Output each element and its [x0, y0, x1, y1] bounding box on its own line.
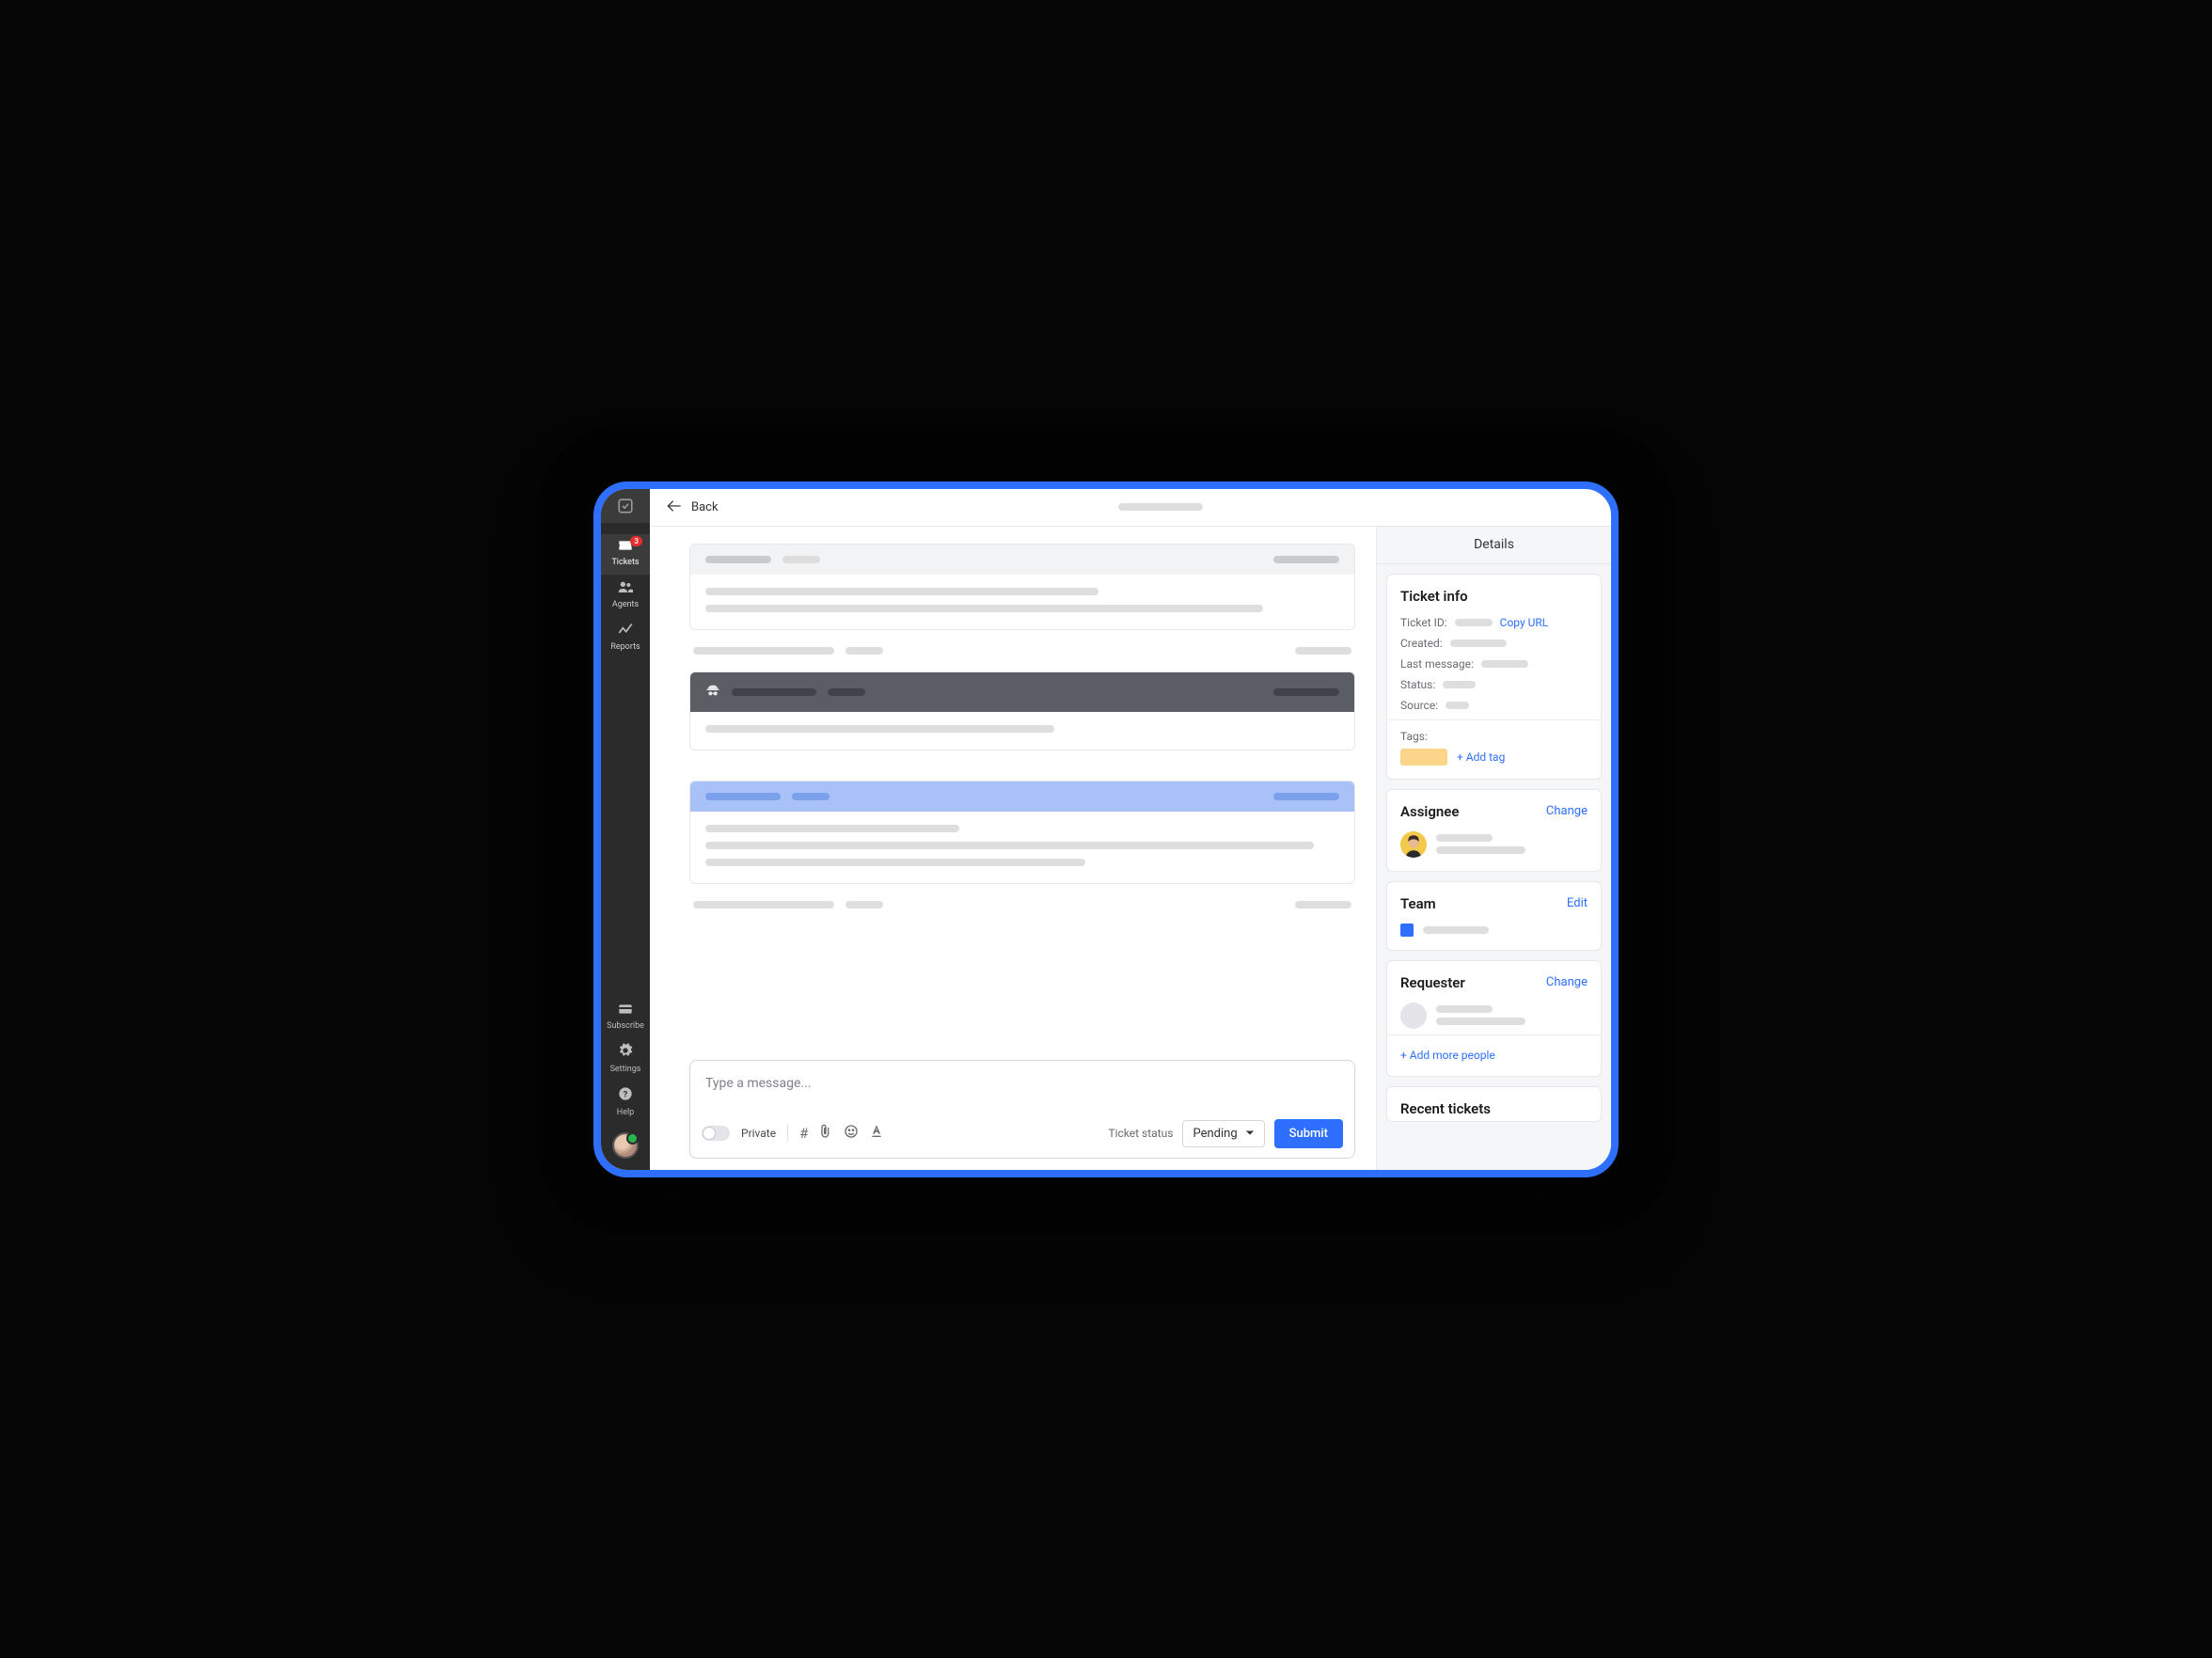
recent-tickets-card: Recent tickets	[1386, 1086, 1602, 1122]
message-card	[689, 544, 1355, 630]
team-title: Team	[1400, 895, 1436, 912]
assignee-card: Assignee Change	[1386, 789, 1602, 872]
ticket-id-label: Ticket ID:	[1400, 616, 1447, 629]
ticket-info-title: Ticket info	[1400, 588, 1588, 605]
hashtag-icon[interactable]: #	[799, 1125, 808, 1142]
tag-pill[interactable]	[1400, 749, 1447, 766]
requester-title: Requester	[1400, 974, 1465, 991]
details-title: Details	[1377, 527, 1611, 564]
copy-url-link[interactable]: Copy URL	[1500, 616, 1549, 629]
sidebar-item-label: Tickets	[611, 558, 639, 567]
agents-icon	[601, 580, 650, 597]
created-label: Created:	[1400, 637, 1443, 650]
source-label: Source:	[1400, 699, 1438, 712]
message-composer: Private # Ticket status	[689, 1060, 1355, 1159]
app-logo[interactable]	[601, 489, 650, 523]
status-label: Status:	[1400, 678, 1435, 691]
card-icon	[607, 1003, 644, 1018]
team-edit-link[interactable]: Edit	[1567, 896, 1588, 910]
ticket-badge: 3	[630, 536, 642, 546]
sidebar: 3 Tickets Agents Reports Subscribe	[601, 489, 650, 1170]
requester-card: Requester Change + Add more people	[1386, 960, 1602, 1077]
sidebar-item-tickets[interactable]: 3 Tickets	[601, 534, 650, 575]
tags-label: Tags:	[1400, 730, 1428, 743]
submit-button[interactable]: Submit	[1274, 1119, 1343, 1148]
add-people-link[interactable]: + Add more people	[1400, 1049, 1495, 1062]
chevron-down-icon	[1245, 1129, 1255, 1137]
check-square-icon	[617, 497, 634, 514]
user-avatar[interactable]	[612, 1132, 639, 1159]
assignee-title: Assignee	[1400, 803, 1459, 820]
ticket-status-dropdown[interactable]: Pending	[1182, 1120, 1264, 1147]
recent-tickets-title: Recent tickets	[1400, 1100, 1491, 1117]
topbar-title-placeholder	[1118, 503, 1203, 511]
details-panel: Details Ticket info Ticket ID: Copy URL …	[1376, 527, 1611, 1170]
emoji-icon[interactable]	[844, 1124, 859, 1143]
private-label: Private	[741, 1127, 776, 1140]
ticket-status-label: Ticket status	[1108, 1127, 1173, 1140]
back-label[interactable]: Back	[691, 500, 719, 514]
sidebar-item-label: Reports	[610, 642, 640, 652]
sidebar-settings[interactable]: Settings	[610, 1038, 641, 1082]
private-toggle[interactable]	[702, 1126, 730, 1141]
separator	[787, 1125, 788, 1142]
requester-avatar[interactable]	[1400, 1003, 1427, 1029]
assignee-change-link[interactable]: Change	[1546, 804, 1588, 818]
sidebar-subscribe[interactable]: Subscribe	[607, 999, 644, 1038]
help-icon: ?	[617, 1086, 634, 1105]
incognito-icon	[705, 684, 720, 701]
sidebar-item-agents[interactable]: Agents	[601, 575, 650, 617]
meta-row	[689, 643, 1355, 658]
reports-icon	[601, 623, 650, 640]
attachment-icon[interactable]	[819, 1124, 832, 1143]
svg-text:?: ?	[624, 1089, 628, 1099]
sidebar-item-label: Agents	[612, 600, 639, 609]
topbar: Back	[650, 489, 1611, 527]
add-tag-link[interactable]: + Add tag	[1457, 750, 1505, 764]
message-input[interactable]	[702, 1068, 1343, 1113]
last-message-label: Last message:	[1400, 657, 1474, 671]
team-color-icon	[1400, 924, 1414, 937]
sidebar-help[interactable]: ? Help	[617, 1082, 634, 1125]
meta-row	[689, 897, 1355, 912]
team-card: Team Edit	[1386, 881, 1602, 951]
ticket-icon	[601, 540, 650, 555]
format-icon[interactable]	[870, 1124, 883, 1143]
gear-icon	[610, 1043, 641, 1062]
sidebar-item-reports[interactable]: Reports	[601, 617, 650, 659]
conversation-thread: Private # Ticket status	[650, 527, 1376, 1170]
back-arrow-icon[interactable]	[667, 498, 682, 516]
message-card-dark	[689, 671, 1355, 750]
requester-change-link[interactable]: Change	[1546, 975, 1588, 989]
message-card-blue	[689, 781, 1355, 884]
ticket-info-card: Ticket info Ticket ID: Copy URL Created:…	[1386, 574, 1602, 780]
assignee-avatar[interactable]	[1400, 831, 1427, 858]
